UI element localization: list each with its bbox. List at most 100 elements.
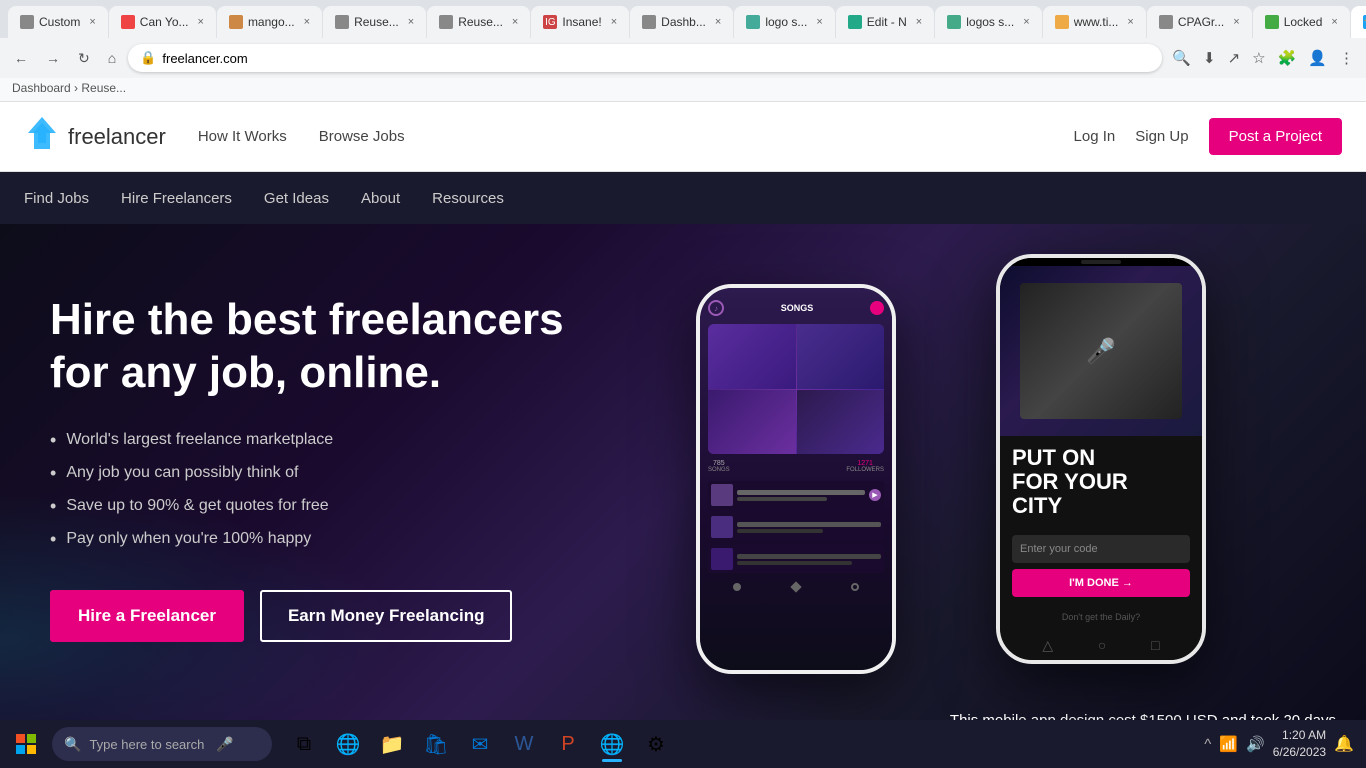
bookmark-button[interactable]: ☆ xyxy=(1248,45,1269,71)
tab-custom[interactable]: Custom × xyxy=(8,6,108,38)
tab-favicon xyxy=(1265,15,1279,29)
tab-close[interactable]: × xyxy=(1331,16,1337,28)
browser-controls: ← → ↻ ⌂ 🔒 freelancer.com 🔍 ⬇ ↗ ☆ 🧩 👤 ⋮ xyxy=(0,38,1366,78)
tab-close[interactable]: × xyxy=(1233,16,1239,28)
address-bar: 🔒 freelancer.com xyxy=(128,44,1162,72)
tab-label: Reuse... xyxy=(458,15,503,29)
tab-locked[interactable]: Locked × xyxy=(1253,6,1350,38)
refresh-button[interactable]: ↻ xyxy=(72,46,96,71)
taskbar-app-powerpoint[interactable]: P xyxy=(548,724,588,764)
taskbar-app-chrome[interactable]: 🌐 xyxy=(592,724,632,764)
taskbar-tray: ^ 📶 🔊 1:20 AM 6/26/2023 🔔 xyxy=(1196,727,1362,761)
tray-chevron-icon[interactable]: ^ xyxy=(1204,736,1211,753)
tab-close[interactable]: × xyxy=(408,16,414,28)
forward-button[interactable]: → xyxy=(40,46,66,70)
tab-label: CPAGr... xyxy=(1178,15,1224,29)
taskbar-app-store[interactable]: 🛍 xyxy=(416,724,456,764)
taskbar: 🔍 Type here to search 🎤 ⧉ 🌐 📁 🛍 ✉ W P 🌐 … xyxy=(0,720,1366,768)
main-nav-links: How It Works Browse Jobs xyxy=(198,128,1074,145)
home-button[interactable]: ⌂ xyxy=(102,46,122,70)
get-ideas-link[interactable]: Get Ideas xyxy=(264,174,329,223)
taskbar-app-settings[interactable]: ⚙ xyxy=(636,724,676,764)
tab-close[interactable]: × xyxy=(715,16,721,28)
browse-jobs-link[interactable]: Browse Jobs xyxy=(319,128,405,145)
tab-label: logos s... xyxy=(966,15,1014,29)
tab-label: www.ti... xyxy=(1074,15,1119,29)
tab-can[interactable]: Can Yo... × xyxy=(109,6,216,38)
tab-favicon: IG xyxy=(543,15,557,29)
volume-icon[interactable]: 🔊 xyxy=(1246,735,1265,753)
about-link[interactable]: About xyxy=(361,174,400,223)
share-button[interactable]: ↗ xyxy=(1224,45,1245,71)
time-display: 1:20 AM xyxy=(1273,727,1326,744)
tab-dash[interactable]: Dashb... × xyxy=(630,6,733,38)
tab-bar: Custom × Can Yo... × mango... × Reuse...… xyxy=(0,0,1366,38)
hero-bullet-1: World's largest freelance marketplace xyxy=(50,430,570,451)
hero-bullet-2: Any job you can possibly think of xyxy=(50,463,570,484)
tab-logo[interactable]: logo s... × xyxy=(734,6,834,38)
tab-favicon xyxy=(947,15,961,29)
tab-close[interactable]: × xyxy=(611,16,617,28)
date-display: 6/26/2023 xyxy=(1273,744,1326,761)
notification-icon[interactable]: 🔔 xyxy=(1334,734,1354,754)
profile-button[interactable]: 👤 xyxy=(1304,45,1331,71)
tab-insane[interactable]: IG Insane! × xyxy=(531,6,629,38)
tab-close[interactable]: × xyxy=(816,16,822,28)
earn-money-button[interactable]: Earn Money Freelancing xyxy=(260,590,513,642)
tab-cpa[interactable]: CPAGr... × xyxy=(1147,6,1252,38)
taskbar-app-mail[interactable]: ✉ xyxy=(460,724,500,764)
hero-bullet-4: Pay only when you're 100% happy xyxy=(50,529,570,550)
logo-text: freelancer xyxy=(68,124,166,150)
tab-favicon xyxy=(335,15,349,29)
hero-phones: ♪ SONGS xyxy=(616,224,1366,754)
tab-logos2[interactable]: logos s... × xyxy=(935,6,1041,38)
tab-label: Edit - N xyxy=(867,15,907,29)
tab-reuse2[interactable]: Reuse... × xyxy=(427,6,530,38)
breadcrumb: Dashboard › Reuse... xyxy=(0,78,1366,102)
im-done-label: I'M DONE → xyxy=(1069,577,1133,589)
tab-close[interactable]: × xyxy=(1127,16,1133,28)
login-link[interactable]: Log In xyxy=(1074,128,1116,145)
tab-label: Dashb... xyxy=(661,15,706,29)
tab-close[interactable]: × xyxy=(304,16,310,28)
taskbar-app-explorer[interactable]: 📁 xyxy=(372,724,412,764)
tab-close[interactable]: × xyxy=(198,16,204,28)
taskbar-app-edge[interactable]: 🌐 xyxy=(328,724,368,764)
hire-freelancer-button[interactable]: Hire a Freelancer xyxy=(50,590,244,642)
taskbar-search[interactable]: 🔍 Type here to search 🎤 xyxy=(52,727,272,761)
tab-close[interactable]: × xyxy=(512,16,518,28)
put-on-text: PUT ONFOR YOURCITY xyxy=(1012,446,1190,519)
settings-button[interactable]: ⋮ xyxy=(1335,45,1358,71)
back-button[interactable]: ← xyxy=(8,46,34,70)
tab-mango[interactable]: mango... × xyxy=(217,6,322,38)
network-icon[interactable]: 📶 xyxy=(1219,735,1238,753)
start-button[interactable] xyxy=(4,722,48,766)
signup-link[interactable]: Sign Up xyxy=(1135,128,1188,145)
hero-content: Hire the best freelancers for any job, o… xyxy=(0,224,620,754)
download-button[interactable]: ⬇ xyxy=(1199,45,1220,71)
find-jobs-link[interactable]: Find Jobs xyxy=(24,174,89,223)
tab-edit[interactable]: Edit - N × xyxy=(836,6,934,38)
address-input[interactable]: freelancer.com xyxy=(162,51,1150,66)
tab-favicon xyxy=(439,15,453,29)
how-it-works-link[interactable]: How It Works xyxy=(198,128,287,145)
taskbar-app-word[interactable]: W xyxy=(504,724,544,764)
tab-close[interactable]: × xyxy=(89,16,95,28)
tab-reuse1[interactable]: Reuse... × xyxy=(323,6,426,38)
tab-hire-active[interactable]: 🐦 Hir... × xyxy=(1351,6,1366,38)
tray-time[interactable]: 1:20 AM 6/26/2023 xyxy=(1273,727,1326,761)
main-nav: freelancer How It Works Browse Jobs Log … xyxy=(0,102,1366,172)
nav-actions: Log In Sign Up Post a Project xyxy=(1074,118,1342,155)
resources-link[interactable]: Resources xyxy=(432,174,504,223)
tab-www[interactable]: www.ti... × xyxy=(1043,6,1146,38)
taskbar-app-taskview[interactable]: ⧉ xyxy=(284,724,324,764)
tab-favicon xyxy=(848,15,862,29)
extension-button[interactable]: 🧩 xyxy=(1274,45,1301,71)
post-project-button[interactable]: Post a Project xyxy=(1209,118,1342,155)
hire-freelancers-link[interactable]: Hire Freelancers xyxy=(121,174,232,223)
hero-section: Hire the best freelancers for any job, o… xyxy=(0,224,1366,754)
tab-close[interactable]: × xyxy=(1023,16,1029,28)
tab-label: Custom xyxy=(39,15,80,29)
google-lens-button[interactable]: 🔍 xyxy=(1168,45,1195,71)
tab-close[interactable]: × xyxy=(916,16,922,28)
